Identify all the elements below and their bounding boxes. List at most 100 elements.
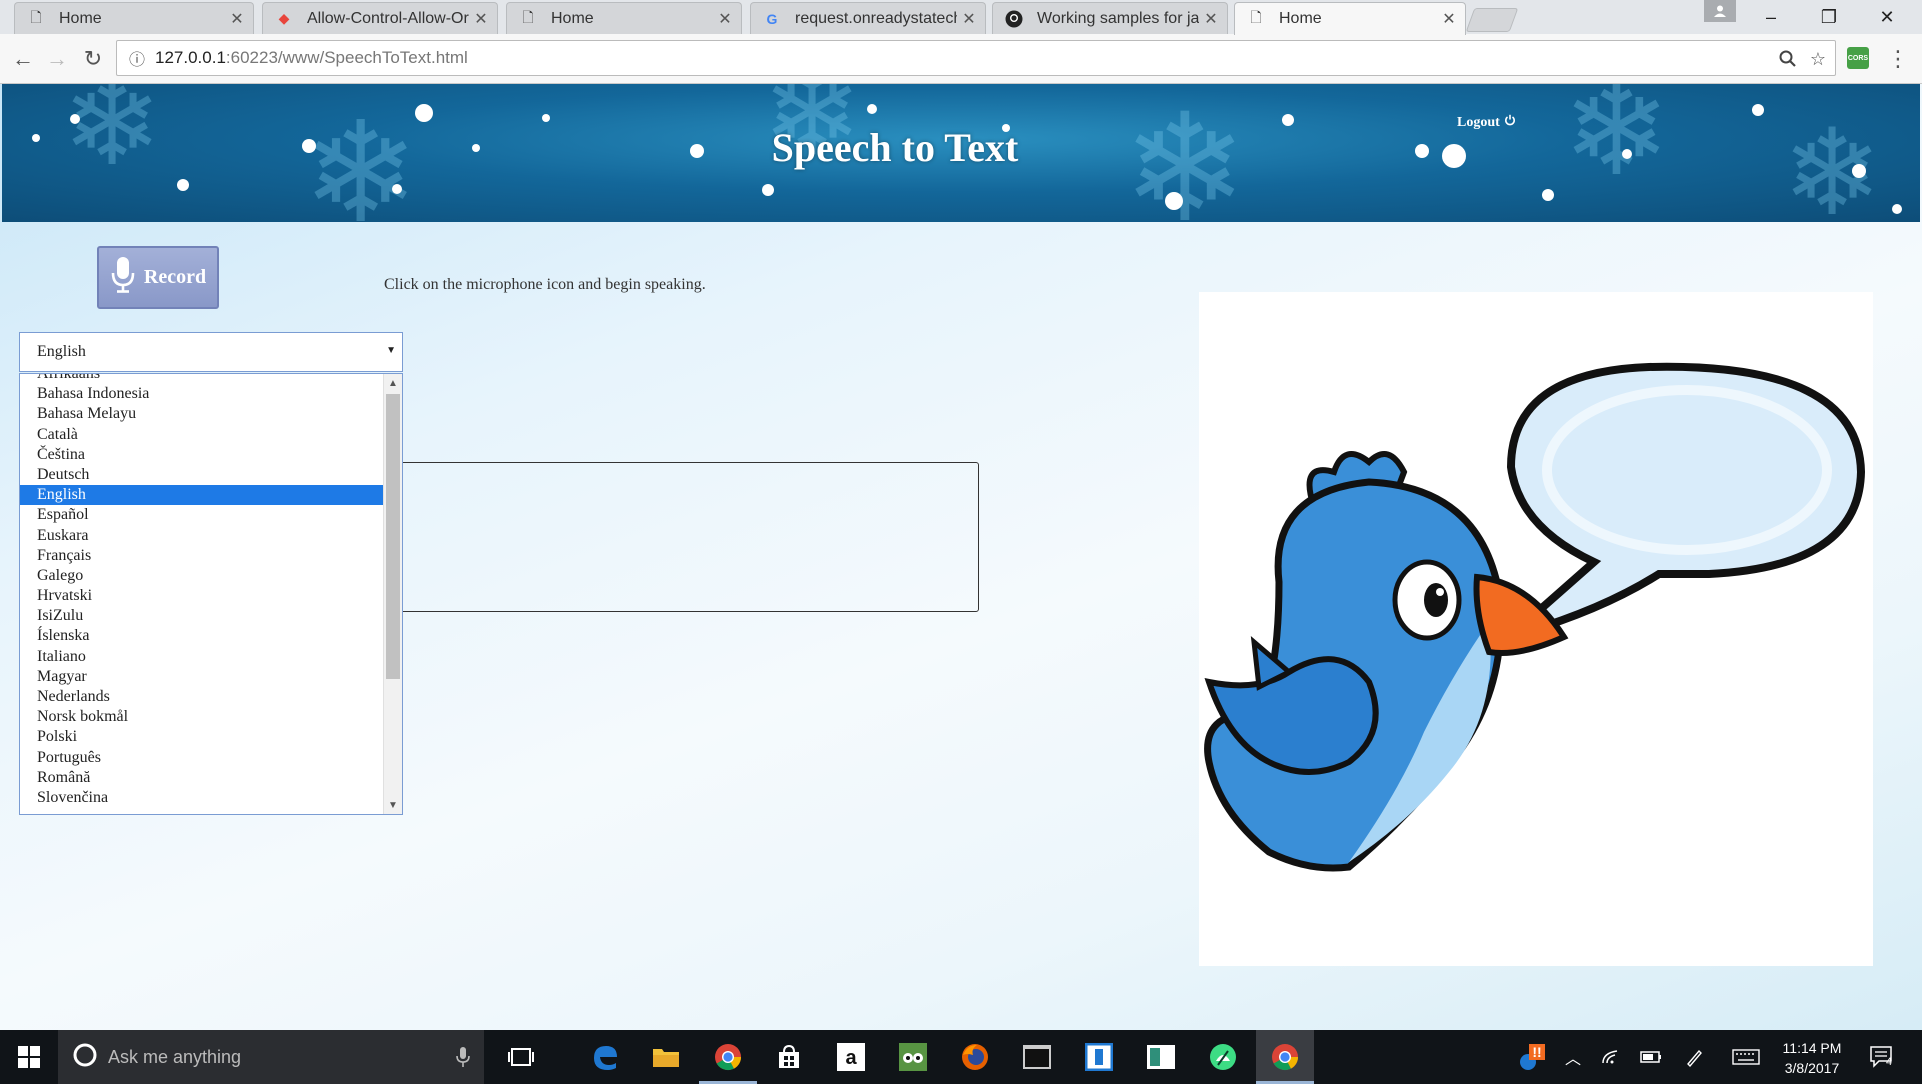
profile-icon[interactable] xyxy=(1704,0,1736,22)
amazon-icon[interactable]: a xyxy=(822,1030,880,1084)
forward-icon[interactable]: → xyxy=(42,44,72,74)
console-icon[interactable] xyxy=(1008,1030,1066,1084)
cortana-search-box[interactable]: Ask me anything xyxy=(58,1030,484,1084)
edge-browser-icon[interactable] xyxy=(576,1030,634,1084)
address-bar[interactable]: ⓘ 127.0.0.1:60223/www/SpeechToText.html … xyxy=(116,40,1836,76)
record-button[interactable]: Record xyxy=(97,246,219,309)
scroll-up-arrow-icon[interactable]: ▲ xyxy=(384,374,402,392)
snow-dot xyxy=(1542,189,1554,201)
power-icon xyxy=(1504,114,1516,131)
minimize-icon[interactable]: – xyxy=(1748,0,1794,34)
info-icon[interactable]: ⓘ xyxy=(129,46,145,70)
language-option[interactable]: IsiZulu xyxy=(20,606,384,626)
page-title: Speech to Text xyxy=(771,125,1019,170)
browser-toolbar: ← → ↻ ⓘ 127.0.0.1:60223/www/SpeechToText… xyxy=(0,34,1922,84)
browser-tab[interactable]: 🗋 Home ✕ xyxy=(506,2,742,34)
close-icon[interactable]: ✕ xyxy=(473,9,489,29)
language-option[interactable]: Italiano xyxy=(20,647,384,667)
snow-dot xyxy=(177,179,189,191)
close-window-icon[interactable]: ✕ xyxy=(1864,0,1910,34)
firefox-icon[interactable] xyxy=(946,1030,1004,1084)
browser-tab-active[interactable]: 🗋 Home ✕ xyxy=(1234,2,1466,35)
logout-link[interactable]: Logout xyxy=(1457,114,1516,131)
illustration-panel xyxy=(1199,292,1873,966)
language-option[interactable]: Hrvatski xyxy=(20,586,384,606)
page-icon: 🗋 xyxy=(30,8,42,25)
close-icon[interactable]: ✕ xyxy=(1203,9,1219,29)
restore-icon[interactable]: ❐ xyxy=(1806,0,1852,34)
keyboard-icon[interactable] xyxy=(1726,1030,1766,1084)
language-option[interactable]: Română xyxy=(20,768,384,788)
windows-start-icon[interactable] xyxy=(0,1030,58,1084)
file-explorer-icon[interactable] xyxy=(637,1030,695,1084)
language-option[interactable]: Català xyxy=(20,425,384,445)
speech-bubble-icon xyxy=(1506,362,1866,641)
language-option[interactable]: Magyar xyxy=(20,667,384,687)
scrollbar-thumb[interactable] xyxy=(386,394,400,679)
language-option[interactable]: Français xyxy=(20,546,384,566)
browser-tab[interactable]: G request.onreadystatecha ✕ xyxy=(750,2,986,34)
cors-extension-icon[interactable]: CORS xyxy=(1847,47,1869,69)
store-icon[interactable] xyxy=(760,1030,818,1084)
dropdown-scrollbar[interactable]: ▲ ▼ xyxy=(383,374,402,814)
battery-icon[interactable] xyxy=(1636,1030,1666,1084)
menu-icon[interactable]: ⋮ xyxy=(1887,46,1909,72)
language-option[interactable]: Português xyxy=(20,748,384,768)
back-icon[interactable]: ← xyxy=(8,44,38,74)
language-select-value: English xyxy=(37,343,86,360)
browser-tab[interactable]: Working samples for java ✕ xyxy=(992,2,1228,34)
bird-icon xyxy=(1204,451,1569,872)
new-tab-button[interactable] xyxy=(1465,8,1519,32)
close-icon[interactable]: ✕ xyxy=(229,9,245,29)
microphone-icon[interactable] xyxy=(456,1046,470,1073)
language-option[interactable]: Čeština xyxy=(20,445,384,465)
clock-date: 3/8/2017 xyxy=(1784,1060,1840,1076)
tripadvisor-icon[interactable] xyxy=(884,1030,942,1084)
language-option[interactable]: Español xyxy=(20,505,384,525)
zoom-icon[interactable] xyxy=(1773,41,1803,77)
language-option[interactable]: Galego xyxy=(20,566,384,586)
chrome-icon[interactable] xyxy=(699,1030,757,1084)
language-option[interactable]: Afrikaans xyxy=(20,374,384,384)
app-icon[interactable] xyxy=(1132,1030,1190,1084)
url-path: :60223/www/SpeechToText.html xyxy=(225,48,468,67)
language-option[interactable]: Norsk bokmål xyxy=(20,707,384,727)
pen-icon[interactable] xyxy=(1680,1030,1710,1084)
logout-label: Logout xyxy=(1457,114,1500,130)
task-view-icon[interactable] xyxy=(492,1030,550,1084)
action-center-icon[interactable]: 4 xyxy=(1862,1030,1902,1084)
wifi-icon[interactable] xyxy=(1596,1030,1626,1084)
system-clock[interactable]: 11:14 PM 3/8/2017 xyxy=(1772,1038,1852,1078)
app-icon[interactable] xyxy=(1070,1030,1128,1084)
language-option[interactable]: Bahasa Melayu xyxy=(20,404,384,424)
language-option[interactable]: Bahasa Indonesia xyxy=(20,384,384,404)
show-hidden-icons-icon[interactable]: ︿ xyxy=(1558,1030,1588,1084)
update-alert-icon[interactable]: !! xyxy=(1512,1030,1552,1084)
language-option[interactable]: Polski xyxy=(20,727,384,747)
language-dropdown-list[interactable]: Afrikaans Bahasa Indonesia Bahasa Melayu Ca… xyxy=(19,373,403,815)
bookmark-star-icon[interactable]: ☆ xyxy=(1803,41,1833,77)
scroll-down-arrow-icon[interactable]: ▼ xyxy=(384,796,402,814)
tab-title: Home xyxy=(551,9,594,27)
language-option[interactable]: English xyxy=(20,485,384,506)
google-icon: G xyxy=(766,10,778,27)
svg-text:!!: !! xyxy=(1532,1044,1541,1060)
snowflake-decoration: ❄ xyxy=(1782,104,1883,223)
close-icon[interactable]: ✕ xyxy=(961,9,977,29)
android-studio-icon[interactable] xyxy=(1194,1030,1252,1084)
language-option[interactable]: Íslenska xyxy=(20,626,384,646)
language-option[interactable]: Deutsch xyxy=(20,465,384,485)
browser-tab[interactable]: 🗋 Home ✕ xyxy=(14,2,254,34)
language-option[interactable]: Euskara xyxy=(20,526,384,546)
language-option[interactable]: Nederlands xyxy=(20,687,384,707)
language-select[interactable]: English ▼ xyxy=(19,332,403,372)
reload-icon[interactable]: ↻ xyxy=(78,44,108,74)
language-option[interactable]: Slovenčina xyxy=(20,788,384,808)
tab-title: Allow-Control-Allow-Ori xyxy=(307,9,469,27)
clock-time: 11:14 PM xyxy=(1782,1040,1842,1056)
close-icon[interactable]: ✕ xyxy=(1441,9,1457,29)
chrome-icon-active[interactable] xyxy=(1256,1030,1314,1084)
close-icon[interactable]: ✕ xyxy=(717,9,733,29)
tab-title: request.onreadystatecha xyxy=(795,9,957,27)
browser-tab[interactable]: ◆ Allow-Control-Allow-Ori ✕ xyxy=(262,2,498,34)
